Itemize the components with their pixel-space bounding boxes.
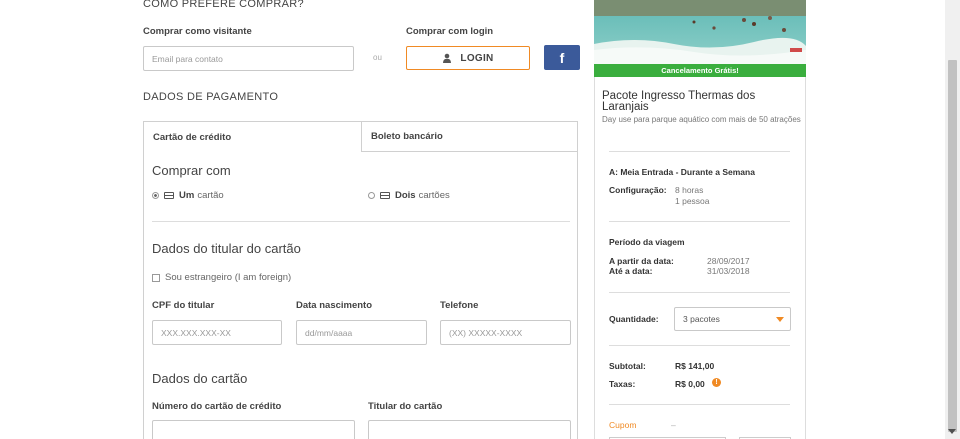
option-two-cards[interactable]: Dois cartões (368, 190, 450, 201)
birthdate-input[interactable]: dd/mm/aaaa (296, 320, 427, 345)
scroll-down-arrow-icon[interactable] (948, 429, 956, 434)
period-title: Período da viagem (609, 237, 685, 247)
payment-divider (152, 221, 570, 222)
tab-credit-card[interactable]: Cartão de crédito (144, 122, 362, 152)
config-label: Configuração: (609, 185, 667, 195)
phone-label: Telefone (440, 300, 479, 311)
product-image (594, 0, 806, 64)
option-one-text: cartão (197, 190, 224, 201)
coupon-label[interactable]: Cupom (609, 420, 636, 430)
credit-card-icon (380, 192, 390, 199)
free-cancellation-banner: Cancelamento Grátis! (594, 64, 806, 77)
config-hours: 8 horas (675, 185, 704, 195)
payment-title: DADOS DE PAGAMENTO (143, 91, 279, 103)
info-icon[interactable]: ! (712, 378, 721, 387)
from-value: 28/09/2017 (707, 256, 750, 266)
subtotal-label: Subtotal: (609, 361, 646, 371)
guest-label: Comprar como visitante (143, 26, 252, 37)
card-holder-input[interactable] (368, 420, 571, 439)
birthdate-placeholder: dd/mm/aaaa (305, 327, 353, 338)
taxes-label: Taxas: (609, 379, 636, 389)
summary-divider (609, 221, 790, 222)
chevron-down-icon (776, 316, 784, 322)
product-title: Pacote Ingresso Thermas dos Laranjais (602, 90, 756, 113)
card-number-input[interactable] (152, 420, 355, 439)
buy-with-title: Comprar com (152, 163, 231, 178)
cpf-placeholder: XXX.XXX.XXX-XX (161, 327, 231, 338)
quantity-value: 3 pacotes (683, 314, 720, 324)
credit-card-icon (164, 192, 174, 199)
login-button[interactable]: LOGIN (406, 46, 530, 70)
taxes-value: R$ 0,00 (675, 379, 705, 389)
from-label: A partir da data: (609, 256, 674, 266)
option-two-text: cartões (418, 190, 450, 201)
radio-one-card[interactable] (152, 192, 159, 199)
option-two-strong: Dois (395, 190, 416, 201)
summary-divider (609, 292, 790, 293)
login-button-label: LOGIN (460, 52, 494, 64)
holder-title: Dados do titular do cartão (152, 241, 301, 256)
tab-boleto-label: Boleto bancário (371, 131, 443, 142)
foreigner-option[interactable]: Sou estrangeiro (I am foreign) (152, 272, 291, 283)
foreigner-label: Sou estrangeiro (I am foreign) (165, 272, 292, 283)
config-people: 1 pessoa (675, 196, 710, 206)
card-title: Dados do cartão (152, 371, 248, 386)
card-holder-label: Titular do cartão (368, 401, 443, 412)
email-placeholder: Email para contato (152, 53, 223, 64)
purchase-title: COMO PREFERE COMPRAR? (143, 0, 304, 10)
until-label: Até a data: (609, 266, 653, 276)
subtotal-value: R$ 141,00 (675, 361, 715, 371)
summary-divider (609, 151, 790, 152)
option-name: A: Meia Entrada - Durante a Semana (609, 167, 755, 177)
tab-boleto[interactable]: Boleto bancário (361, 122, 577, 152)
until-value: 31/03/2018 (707, 266, 750, 276)
phone-placeholder: (XX) XXXXX-XXXX (449, 327, 523, 338)
cpf-label: CPF do titular (152, 300, 215, 311)
summary-divider (609, 345, 790, 346)
card-number-label: Número do cartão de crédito (152, 401, 282, 412)
birthdate-label: Data nascimento (296, 300, 373, 311)
facebook-icon: f (559, 49, 565, 66)
phone-input[interactable]: (XX) XXXXX-XXXX (440, 320, 571, 345)
quantity-label: Quantidade: (609, 314, 659, 324)
radio-two-cards[interactable] (368, 192, 375, 199)
tab-credit-card-label: Cartão de crédito (153, 131, 232, 143)
user-icon (443, 53, 452, 63)
login-label: Comprar com login (406, 26, 494, 37)
product-description: Day use para parque aquático com mais de… (602, 115, 801, 124)
option-one-card[interactable]: Um cartão (152, 190, 224, 201)
facebook-login-button[interactable]: f (544, 45, 580, 70)
email-input[interactable]: Email para contato (143, 46, 354, 71)
cpf-input[interactable]: XXX.XXX.XXX-XX (152, 320, 282, 345)
scrollbar-thumb[interactable] (948, 60, 957, 432)
option-one-strong: Um (179, 190, 195, 201)
summary-divider (609, 404, 790, 405)
foreigner-checkbox[interactable] (152, 273, 160, 282)
coupon-dash: – (671, 420, 676, 430)
or-separator: ou (373, 53, 382, 62)
quantity-select[interactable]: 3 pacotes (674, 307, 791, 331)
